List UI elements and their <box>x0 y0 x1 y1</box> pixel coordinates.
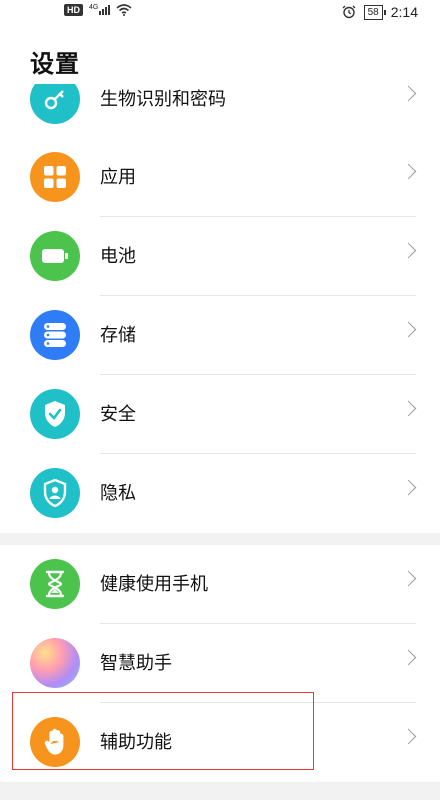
chevron-right-icon <box>400 400 417 417</box>
chevron-right-icon <box>400 163 417 180</box>
chevron-right-icon <box>400 479 417 496</box>
alarm-icon <box>342 5 356 19</box>
key-icon <box>30 84 80 124</box>
chevron-right-icon <box>400 649 417 666</box>
status-left: HD 4G <box>64 4 132 16</box>
storage-icon <box>30 310 80 360</box>
settings-item-battery[interactable]: 电池 <box>0 217 440 296</box>
apps-grid-icon <box>30 152 80 202</box>
chevron-right-icon <box>400 85 417 102</box>
status-bar: HD 4G 58 2:14 <box>0 0 440 30</box>
chevron-right-icon <box>400 321 417 338</box>
shield-check-icon <box>30 389 80 439</box>
privacy-icon <box>30 468 80 518</box>
chevron-right-icon <box>400 242 417 259</box>
signal-icon: 4G <box>89 4 111 15</box>
settings-item-privacy[interactable]: 隐私 <box>0 454 440 533</box>
highlight-box <box>12 692 314 770</box>
list-clip: 生物识别和密码 <box>0 84 440 138</box>
settings-item-apps[interactable]: 应用 <box>0 138 440 217</box>
network-type: 4G <box>89 4 99 11</box>
battery-indicator: 58 <box>363 4 386 20</box>
chevron-right-icon <box>400 570 417 587</box>
settings-item-label: 应用 <box>100 167 136 188</box>
section-separator <box>0 533 440 545</box>
hourglass-icon <box>30 559 80 609</box>
clock: 2:14 <box>390 4 418 20</box>
page-title: 设置 <box>30 50 80 78</box>
wifi-icon <box>116 4 132 16</box>
battery-icon <box>30 231 80 281</box>
settings-item-label: 电池 <box>100 246 136 267</box>
status-right: 58 2:14 <box>342 4 418 20</box>
settings-item-biometrics[interactable]: 生物识别和密码 <box>0 84 440 138</box>
settings-item-label: 存储 <box>100 325 136 346</box>
settings-item-label: 生物识别和密码 <box>100 89 226 110</box>
assistant-icon <box>30 638 80 688</box>
chevron-right-icon <box>400 728 417 745</box>
settings-item-label: 安全 <box>100 404 136 425</box>
settings-item-storage[interactable]: 存储 <box>0 296 440 375</box>
settings-item-security[interactable]: 安全 <box>0 375 440 454</box>
settings-item-digital-balance[interactable]: 健康使用手机 <box>0 545 440 624</box>
hd-badge: HD <box>64 4 83 16</box>
settings-item-label: 健康使用手机 <box>100 574 208 595</box>
settings-item-label: 隐私 <box>100 483 136 504</box>
section-separator <box>0 782 440 800</box>
